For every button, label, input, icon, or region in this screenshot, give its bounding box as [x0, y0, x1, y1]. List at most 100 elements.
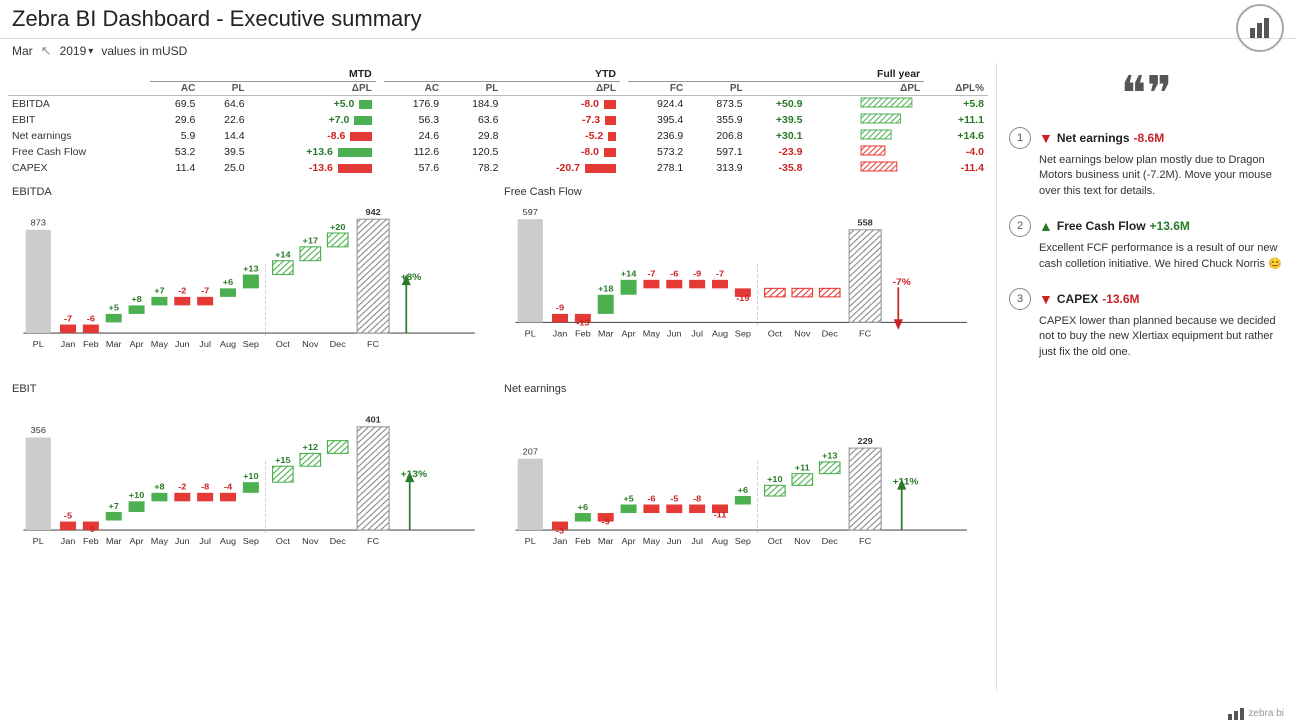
row-label: CAPEX: [8, 160, 150, 176]
svg-text:Oct: Oct: [276, 339, 291, 349]
mtd-dpl: +13.6: [249, 144, 376, 160]
fy-pl: 313.9: [687, 160, 746, 176]
svg-text:Jul: Jul: [199, 536, 211, 546]
svg-text:-7: -7: [716, 269, 724, 279]
cursor-icon: ↖: [41, 43, 52, 59]
svg-text:PL: PL: [525, 536, 536, 546]
arrow-down-icon: ▼: [1039, 130, 1053, 146]
fy-dpl-bar: [806, 128, 924, 144]
insight-number: 3: [1009, 288, 1031, 310]
svg-text:942: 942: [366, 207, 381, 217]
fy-dpct-col: ΔPL%: [924, 82, 988, 96]
ytd-dpl: -8.0: [502, 96, 620, 113]
fy-dpl: +39.5: [747, 112, 807, 128]
svg-text:-5: -5: [670, 494, 678, 504]
svg-text:May: May: [643, 329, 661, 339]
svg-text:+6: +6: [223, 277, 234, 287]
fy-dpl: +30.1: [747, 128, 807, 144]
svg-text:Oct: Oct: [768, 536, 783, 546]
svg-text:Mar: Mar: [106, 536, 122, 546]
mtd-ac: 11.4: [150, 160, 199, 176]
svg-text:Jun: Jun: [667, 536, 682, 546]
fy-dpct: +14.6: [924, 128, 988, 144]
svg-text:-6: -6: [647, 494, 655, 504]
ytd-ac: 24.6: [384, 128, 443, 144]
svg-text:PL: PL: [525, 329, 536, 339]
summary-table: MTD YTD Full year AC PL ΔPL AC PL ΔPL: [8, 67, 988, 176]
svg-text:Jun: Jun: [175, 536, 190, 546]
logo-icon: [1236, 4, 1284, 52]
svg-text:Nov: Nov: [302, 536, 319, 546]
insight-value: -8.6M: [1134, 131, 1165, 145]
year-selector[interactable]: 2019 ▾: [60, 44, 94, 58]
insight-title: ▼ Net earnings -8.6M: [1039, 130, 1164, 146]
ebitda-svg: 873 PL -7 Jan -6 Feb +5 Mar: [12, 200, 492, 365]
svg-text:-6: -6: [670, 269, 678, 279]
mtd-ac: 69.5: [150, 96, 199, 113]
brand-label: zebra bi: [1248, 708, 1284, 719]
insight-header: 2 ▲ Free Cash Flow +13.6M: [1009, 215, 1284, 237]
svg-text:PL: PL: [33, 536, 44, 546]
svg-text:Jan: Jan: [61, 536, 76, 546]
row-label: EBITDA: [8, 96, 150, 113]
svg-text:Mar: Mar: [598, 329, 614, 339]
svg-text:+5: +5: [108, 303, 119, 313]
ytd-dpl: -8.0: [502, 144, 620, 160]
svg-text:-8: -8: [693, 494, 701, 504]
fcf-svg: 597 PL -9 Jan -13 Feb +18 Mar: [504, 200, 984, 365]
ytd-dpl: -7.3: [502, 112, 620, 128]
fy-header: Full year: [628, 67, 924, 82]
insight-body: CAPEX lower than planned because we deci…: [1039, 314, 1284, 360]
mtd-ac: 53.2: [150, 144, 199, 160]
fy-dpct: +5.8: [924, 96, 988, 113]
svg-text:Jun: Jun: [667, 329, 682, 339]
svg-text:-3: -3: [556, 526, 564, 536]
fy-pl: 355.9: [687, 112, 746, 128]
mtd-pl: 39.5: [199, 144, 248, 160]
mtd-dpl: -13.6: [249, 160, 376, 176]
fy-pl: 597.1: [687, 144, 746, 160]
table-row: CAPEX 11.4 25.0 -13.6 57.6 78.2 -20.7 27…: [8, 160, 988, 176]
svg-text:Sep: Sep: [243, 536, 259, 546]
svg-text:+14: +14: [275, 250, 291, 260]
svg-text:Jul: Jul: [691, 536, 703, 546]
mtd-pl: 64.6: [199, 96, 248, 113]
mtd-pl: 25.0: [199, 160, 248, 176]
svg-text:Nov: Nov: [794, 329, 811, 339]
svg-text:May: May: [151, 339, 169, 349]
svg-text:873: 873: [31, 218, 46, 228]
charts-grid: EBITDA: [8, 182, 988, 572]
svg-text:+13: +13: [243, 264, 259, 274]
svg-text:-4: -4: [224, 482, 232, 492]
svg-text:Dec: Dec: [330, 339, 347, 349]
svg-text:Oct: Oct: [276, 536, 291, 546]
insight-item: 2 ▲ Free Cash Flow +13.6M Excellent FCF …: [1009, 215, 1284, 272]
mtd-ac: 5.9: [150, 128, 199, 144]
ytd-ac: 112.6: [384, 144, 443, 160]
svg-text:+11: +11: [795, 463, 810, 473]
ytd-pl-col: PL: [443, 82, 502, 96]
currency-label: values in mUSD: [101, 44, 187, 58]
svg-text:+6: +6: [578, 502, 589, 512]
svg-text:Mar: Mar: [106, 339, 122, 349]
svg-text:Jan: Jan: [61, 339, 76, 349]
svg-text:Mar: Mar: [598, 536, 614, 546]
svg-text:+20: +20: [330, 222, 346, 232]
svg-text:Aug: Aug: [712, 536, 728, 546]
svg-text:+12: +12: [303, 443, 319, 453]
net-earnings-title: Net earnings: [504, 383, 984, 395]
svg-text:FC: FC: [859, 329, 872, 339]
mtd-dpl: -8.6: [249, 128, 376, 144]
mtd-pl: 22.6: [199, 112, 248, 128]
row-label: EBIT: [8, 112, 150, 128]
fy-dpct: -11.4: [924, 160, 988, 176]
svg-text:+11%: +11%: [893, 477, 919, 488]
svg-text:Jul: Jul: [691, 329, 703, 339]
svg-text:+10: +10: [767, 474, 783, 484]
svg-text:FC: FC: [859, 536, 872, 546]
svg-text:-8: -8: [201, 482, 209, 492]
insight-title: ▲ Free Cash Flow +13.6M: [1039, 218, 1190, 234]
ytd-dpl: -5.2: [502, 128, 620, 144]
ytd-dpl-col: ΔPL: [502, 82, 620, 96]
svg-text:-7: -7: [64, 314, 72, 324]
